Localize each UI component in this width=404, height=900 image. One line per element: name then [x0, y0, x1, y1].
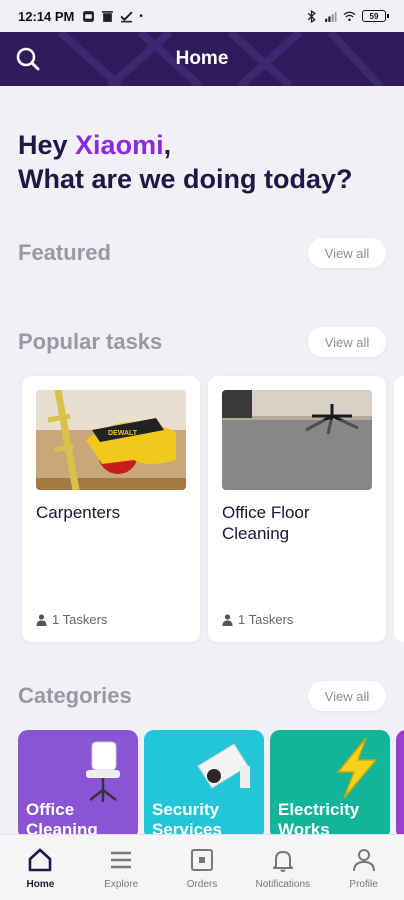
- svg-text:DEWALT: DEWALT: [108, 430, 138, 437]
- task-card-office-floor-cleaning[interactable]: Office Floor Cleaning 1 Taskers: [208, 376, 386, 642]
- nav-explore[interactable]: Explore: [81, 835, 162, 900]
- bluetooth-icon: [307, 9, 316, 23]
- task-card-next-peek[interactable]: [394, 376, 404, 642]
- security-camera-icon: [197, 743, 250, 789]
- menu-icon: [111, 851, 132, 869]
- featured-view-all-button[interactable]: View all: [308, 238, 386, 268]
- status-time: 12:14 PM: [18, 8, 75, 24]
- nav-label: Orders: [186, 879, 218, 890]
- taskers-count: 1 Taskers: [222, 612, 293, 627]
- check-notification-icon: [120, 10, 133, 22]
- person-icon: [36, 613, 47, 626]
- nav-label: Notifications: [255, 879, 311, 890]
- taskers-label: 1 Taskers: [238, 612, 294, 627]
- nav-profile[interactable]: Profile: [323, 835, 404, 900]
- category-office-cleaning[interactable]: Office Cleaning: [18, 730, 138, 840]
- nav-home[interactable]: Home: [0, 835, 81, 900]
- task-name: Office Floor Cleaning: [222, 503, 310, 543]
- greeting-suffix: ,: [163, 130, 172, 160]
- popular-tasks-title: Popular tasks: [18, 329, 163, 354]
- office-chair-icon: [86, 741, 120, 802]
- person-icon: [222, 613, 233, 626]
- task-card-carpenters[interactable]: DEWALT Carpenters 1 Taskers: [22, 376, 200, 642]
- task-name: Carpenters: [36, 503, 121, 522]
- greeting-line-2: What are we doing today?: [18, 164, 353, 194]
- category-security-services[interactable]: Security Services: [144, 730, 264, 840]
- office-floor-image: [222, 390, 372, 490]
- categories-title: Categories: [18, 683, 132, 708]
- greeting-line-1: Hey Xiaomi,: [18, 128, 353, 162]
- bottom-nav: Home Explore Orders Notifications Profil…: [0, 834, 404, 900]
- nav-notifications[interactable]: Notifications: [242, 835, 323, 900]
- wifi-icon: [343, 11, 356, 21]
- bell-icon: [272, 851, 293, 872]
- nav-orders[interactable]: Orders: [162, 835, 243, 900]
- greeting: Hey Xiaomi, What are we doing today?: [18, 128, 353, 196]
- lightning-bolt-icon: [336, 737, 378, 799]
- more-dot-icon: •: [139, 10, 143, 22]
- app-notification-icon: [83, 10, 95, 22]
- categories-view-all-button[interactable]: View all: [308, 681, 386, 711]
- featured-title: Featured: [18, 240, 111, 265]
- status-notification-icons: •: [82, 10, 143, 23]
- orders-icon: [190, 849, 213, 871]
- app-bar: Home: [0, 32, 404, 86]
- status-bar: 12:14 PM • 59: [0, 0, 404, 32]
- status-system-icons: 59: [305, 9, 389, 23]
- taskers-label: 1 Taskers: [52, 612, 108, 627]
- popular-tasks-view-all-button[interactable]: View all: [308, 327, 386, 357]
- home-icon: [29, 848, 52, 872]
- signal-icon: [325, 11, 337, 22]
- nav-label: Home: [26, 879, 55, 890]
- trash-notification-icon: [102, 10, 114, 22]
- carpenters-image: DEWALT: [36, 390, 186, 490]
- battery-icon: 59: [362, 10, 389, 22]
- nav-label: Explore: [104, 879, 139, 890]
- profile-icon: [352, 849, 375, 872]
- greeting-prefix: Hey: [18, 130, 76, 160]
- taskers-count: 1 Taskers: [36, 612, 107, 627]
- user-name: Xiaomi: [75, 130, 164, 160]
- category-electricity-works[interactable]: Electricity Works: [270, 730, 390, 840]
- category-next-peek[interactable]: [396, 730, 404, 840]
- nav-label: Profile: [349, 879, 378, 890]
- page-title: Home: [175, 48, 229, 69]
